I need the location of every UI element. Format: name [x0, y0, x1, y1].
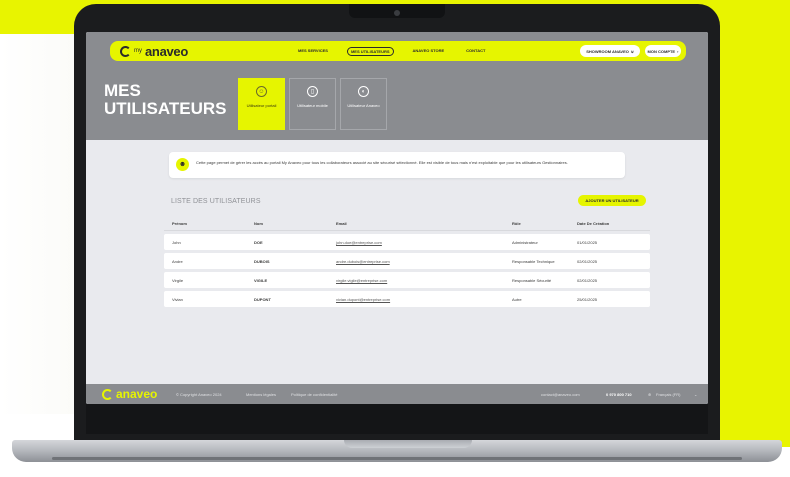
chevron-down-icon: ⌄ — [694, 392, 698, 397]
nav-item-anaveo-store[interactable]: ANAVEO STORE — [410, 47, 448, 56]
cell-prenom: Andre — [172, 259, 183, 264]
tab-label: Utilisateur portail — [246, 103, 277, 108]
laptop-lid: my anaveo MES SERVICES MES UTILISATEURS … — [74, 4, 720, 444]
anaveo-logo-icon — [102, 388, 113, 400]
cell-email[interactable]: virgile.vigile@entreprise.com — [336, 278, 387, 283]
table-row[interactable]: Virgile VIGILE virgile.vigile@entreprise… — [164, 272, 650, 288]
info-text: Cette page permet de gérer les accès au … — [196, 160, 568, 165]
main-nav: MES SERVICES MES UTILISATEURS ANAVEO STO… — [295, 47, 488, 56]
cell-role: Responsable Sécurité — [512, 278, 552, 283]
table-row[interactable]: Andre DUBOIS andre.dubois@entreprise.com… — [164, 253, 650, 269]
users-list-title: LISTE DES UTILISATEURS — [171, 198, 261, 205]
laptop-foot — [52, 457, 742, 460]
anaveo-logo-icon — [120, 45, 131, 57]
chevron-right-icon: › — [677, 48, 679, 54]
column-header-date[interactable]: Date De Création — [577, 221, 609, 226]
table-row[interactable]: Vivian DUPONT vivian.dupont@entreprise.c… — [164, 291, 650, 307]
account-label: MON COMPTE — [647, 48, 676, 54]
nav-item-mes-services[interactable]: MES SERVICES — [295, 47, 331, 56]
tab-utilisateur-portail[interactable]: ☺ Utilisateur portail — [238, 78, 285, 130]
cell-prenom: Vivian — [172, 297, 183, 302]
footer-privacy-link[interactable]: Politique de confidentialité — [291, 392, 337, 397]
cell-nom: DUPONT — [254, 297, 271, 302]
showroom-button[interactable]: SHOWROOM ANAVEO ⊌ — [580, 45, 640, 57]
footer-copyright: © Copyright Anaveo 2024 — [176, 392, 222, 397]
cell-date: 02/01/2025 — [577, 259, 598, 264]
cell-prenom: Virgile — [172, 278, 184, 283]
camera-icon — [394, 10, 400, 16]
cell-role: Autre — [512, 297, 522, 302]
tab-label: Utilisateur Anaveo — [347, 103, 380, 108]
logo-prefix: my — [134, 48, 142, 54]
globe-icon: ⊕ — [648, 392, 652, 397]
column-header-email[interactable]: Email — [336, 221, 347, 226]
nav-item-contact[interactable]: CONTACT — [463, 47, 488, 56]
background-left — [0, 34, 75, 414]
add-user-button[interactable]: AJOUTER UN UTILISATEUR — [578, 195, 646, 206]
language-selector[interactable]: Français (FR) — [656, 392, 680, 397]
column-header-nom[interactable]: Nom — [254, 221, 263, 226]
cell-prenom: John — [172, 240, 181, 245]
footer-logo-text: anaveo — [116, 387, 158, 401]
column-header-prenom[interactable]: Prénom — [172, 221, 187, 226]
footer-email-link[interactable]: contact@anaveo.com — [541, 392, 580, 397]
laptop-opening-notch — [344, 440, 472, 448]
hero-section: my anaveo MES SERVICES MES UTILISATEURS … — [86, 32, 708, 140]
mobile-icon: ▯ — [307, 86, 318, 97]
cell-date: 02/01/2025 — [577, 278, 598, 283]
laptop-screen: my anaveo MES SERVICES MES UTILISATEURS … — [86, 32, 708, 404]
showroom-label: SHOWROOM ANAVEO — [586, 48, 629, 54]
cell-date: 01/01/2025 — [577, 240, 598, 245]
cell-nom: VIGILE — [254, 278, 268, 283]
cell-date: 25/01/2025 — [577, 297, 598, 302]
cell-email[interactable]: vivian.dupont@entreprise.com — [336, 297, 390, 302]
nav-item-mes-utilisateurs[interactable]: MES UTILISATEURS — [346, 47, 394, 56]
brand-logo[interactable]: my anaveo — [120, 43, 189, 59]
tab-utilisateur-anaveo[interactable]: ◐ Utilisateur Anaveo — [340, 78, 387, 130]
column-header-role[interactable]: Rôle — [512, 221, 521, 226]
tab-utilisateur-mobile[interactable]: ▯ Utilisateur mobile — [289, 78, 336, 130]
cell-email[interactable]: andre.dubois@entreprise.com — [336, 259, 390, 264]
tab-label: Utilisateur mobile — [297, 103, 328, 108]
cell-role: Administrateur — [512, 240, 538, 245]
site-footer: anaveo © Copyright Anaveo 2024 Mentions … — [86, 384, 708, 404]
user-icon: ☺ — [256, 86, 267, 97]
background-yellow-right — [718, 0, 790, 447]
laptop-base — [12, 440, 782, 462]
info-icon: ☻ — [176, 158, 189, 171]
footer-logo[interactable]: anaveo — [102, 387, 157, 401]
cell-nom: DUBOIS — [254, 259, 270, 264]
account-button[interactable]: MON COMPTE › — [645, 45, 681, 57]
cell-role: Responsable Technique — [512, 259, 555, 264]
page-title: MES UTILISATEURS — [104, 81, 227, 118]
table-row[interactable]: John DOE john.doe@entreprise.com Adminis… — [164, 234, 650, 250]
footer-legal-link[interactable]: Mentions légales — [246, 392, 276, 397]
info-banner: ☻ Cette page permet de gérer les accès a… — [169, 152, 625, 178]
cell-email[interactable]: john.doe@entreprise.com — [336, 240, 382, 245]
users-table: Prénom Nom Email Rôle Date De Création J… — [164, 215, 650, 307]
footer-phone[interactable]: 0 970 800 710 — [606, 392, 632, 397]
top-navigation-bar: my anaveo MES SERVICES MES UTILISATEURS … — [110, 41, 686, 61]
logo-name: anaveo — [145, 43, 189, 59]
screen-bezel — [86, 404, 708, 434]
anaveo-icon: ◐ — [358, 86, 369, 97]
table-header: Prénom Nom Email Rôle Date De Création — [164, 215, 650, 231]
cell-nom: DOE — [254, 240, 263, 245]
cart-icon: ⊌ — [630, 48, 634, 54]
